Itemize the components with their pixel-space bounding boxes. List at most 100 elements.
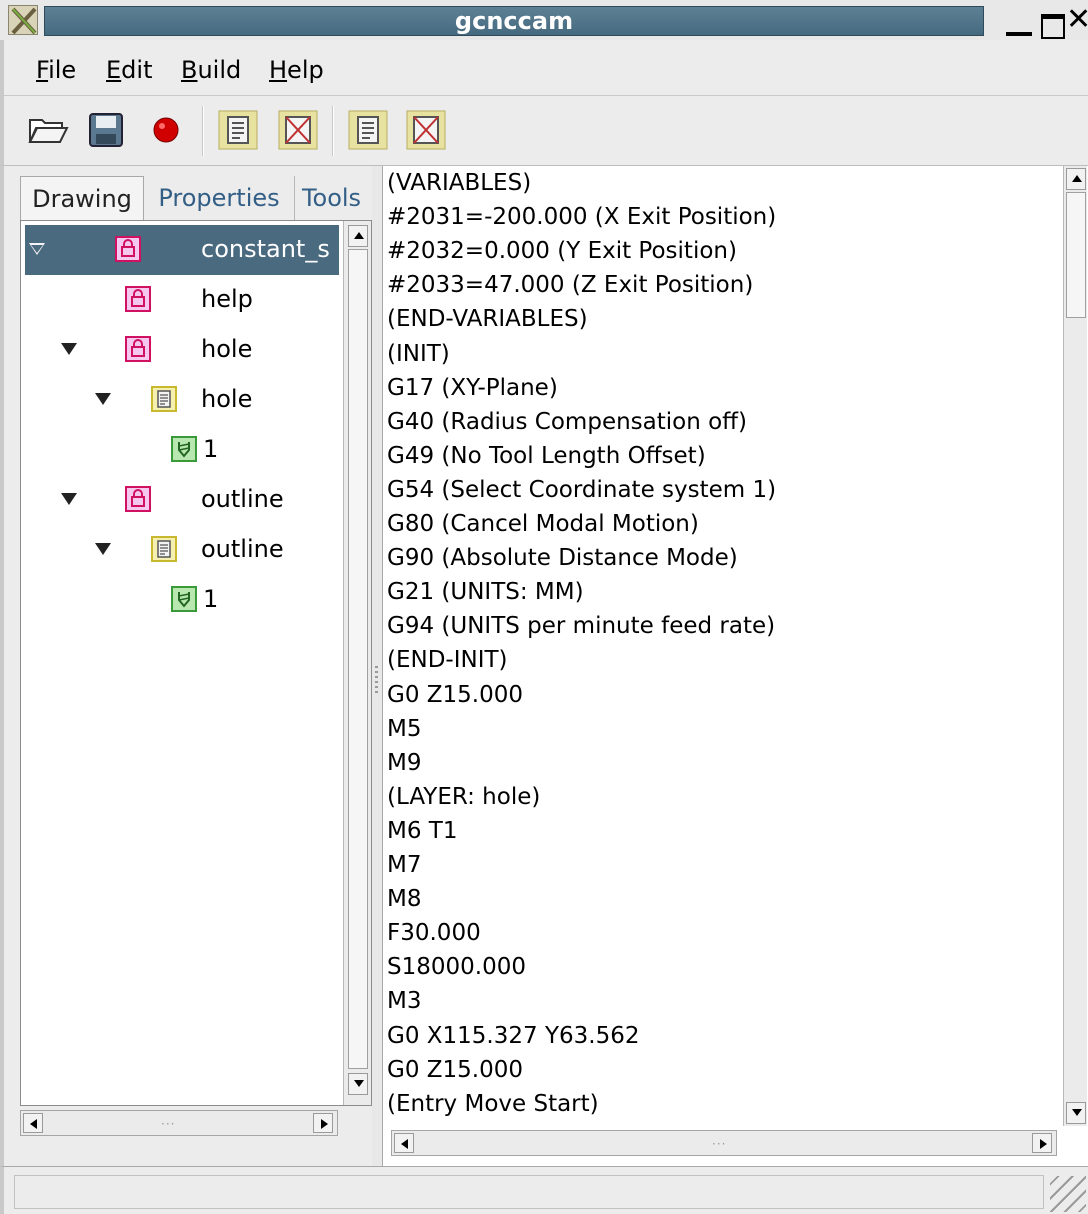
expander-icon[interactable] [93, 539, 113, 559]
expander-icon[interactable] [59, 339, 79, 359]
gcode-line: G0 X115.327 Y63.562 [387, 1022, 640, 1049]
tree-row[interactable]: constant_s [25, 225, 339, 275]
title-bar: gcnccam ✕ [0, 0, 1088, 40]
toolbar-separator [202, 106, 204, 156]
gcode-line: M8 [387, 886, 422, 913]
expander-icon[interactable] [93, 389, 113, 409]
tree-frame: constant_s help hole hole 1 outline outl… [20, 220, 372, 1106]
gcode-line: G0 Z15.000 [387, 681, 524, 708]
gcode-line: (INIT) [387, 340, 450, 367]
gcode-line: G0 Z15.000 [387, 1056, 524, 1083]
layer-icon[interactable] [216, 108, 260, 152]
pane-divider[interactable] [372, 166, 382, 1166]
scrollbar-thumb[interactable] [348, 249, 368, 1069]
maximize-icon[interactable] [1037, 4, 1065, 39]
scroll-down-arrow-icon[interactable] [348, 1073, 368, 1095]
open-folder-icon[interactable] [26, 108, 70, 152]
minimize-icon[interactable] [1002, 10, 1036, 36]
app-icon[interactable] [8, 5, 38, 35]
scrollbar-thumb[interactable] [1066, 192, 1086, 318]
gcode-line: (VARIABLES) [387, 170, 532, 196]
gcode-line: G80 (Cancel Modal Motion) [387, 511, 699, 537]
tree-label: outline [201, 535, 284, 563]
resize-grip-icon[interactable] [1050, 1176, 1086, 1212]
tab-properties[interactable]: Properties [144, 176, 294, 220]
gcode-vertical-scrollbar[interactable] [1063, 166, 1087, 1126]
record-icon[interactable] [144, 108, 188, 152]
gcode-horizontal-scrollbar[interactable]: ··· [391, 1130, 1057, 1156]
gcode-line: G21 (UNITS: MM) [387, 579, 584, 606]
lock-icon [125, 486, 151, 512]
tab-drawing[interactable]: Drawing [20, 176, 144, 220]
gcode-line: M5 [387, 715, 422, 742]
tree-row[interactable]: 1 [25, 425, 339, 475]
gcode-text-view[interactable]: (VARIABLES) #2031=-200.000 (X Exit Positi… [383, 166, 1063, 1126]
gcode-line: G40 (Radius Compensation off) [387, 408, 748, 435]
scroll-up-arrow-icon[interactable] [348, 225, 368, 247]
tree-row[interactable]: outline [25, 525, 339, 575]
scroll-down-arrow-icon[interactable] [1066, 1102, 1086, 1124]
gcode-line: #2031=-200.000 (X Exit Position) [387, 204, 777, 231]
tree-row[interactable]: outline [25, 475, 339, 525]
status-bar [0, 1166, 1088, 1214]
tool-icon [171, 586, 197, 612]
tree-horizontal-scrollbar[interactable]: ··· [20, 1110, 338, 1136]
menu-help[interactable]: Help [269, 56, 324, 84]
menu-file-mnemonic: F [36, 56, 49, 84]
layer-tree[interactable]: constant_s help hole hole 1 outline outl… [25, 225, 339, 1101]
scroll-right-arrow-icon[interactable] [1032, 1133, 1052, 1153]
gcode-line: M7 [387, 852, 422, 878]
lock-icon [125, 336, 151, 362]
menu-edit-label: dit [121, 56, 153, 84]
layer-remove-icon[interactable] [276, 108, 320, 152]
close-icon[interactable]: ✕ [1066, 4, 1088, 36]
gcode-line: (END-INIT) [387, 647, 508, 674]
expander-icon[interactable] [59, 489, 79, 509]
gcode-line: M9 [387, 749, 422, 776]
document-icon [151, 386, 177, 412]
menu-bar: File Edit Build Help [0, 40, 1088, 96]
gcode-line: G90 (Absolute Distance Mode) [387, 545, 738, 572]
scroll-up-arrow-icon[interactable] [1066, 168, 1086, 190]
scrollbar-grip: ··· [712, 1137, 727, 1151]
expander-icon[interactable] [27, 239, 47, 259]
tree-label: hole [201, 335, 253, 363]
menu-edit-mnemonic: E [106, 56, 122, 84]
status-text [14, 1175, 1044, 1209]
tree-row[interactable]: 1 [25, 575, 339, 625]
scroll-left-arrow-icon[interactable] [23, 1113, 43, 1133]
gcode-line: #2032=0.000 (Y Exit Position) [387, 238, 737, 265]
left-panel: Drawing Properties Tools constant_s help [0, 166, 372, 1166]
scroll-right-arrow-icon[interactable] [313, 1113, 333, 1133]
layer-remove-icon[interactable] [404, 108, 448, 152]
menu-build-mnemonic: B [181, 56, 198, 84]
lock-icon [115, 236, 141, 262]
scrollbar-grip: ··· [161, 1117, 176, 1131]
tree-row[interactable]: help [25, 275, 339, 325]
tree-label: constant_s [201, 235, 330, 263]
tree-row[interactable]: hole [25, 375, 339, 425]
divider-grip [375, 666, 378, 696]
save-icon[interactable] [84, 108, 128, 152]
gcode-line: (LAYER: hole) [387, 783, 541, 810]
gcode-line: G54 (Select Coordinate system 1) [387, 476, 777, 503]
window-title: gcnccam [454, 7, 574, 35]
menu-edit[interactable]: Edit [106, 56, 152, 84]
document-icon [151, 536, 177, 562]
tool-icon [171, 436, 197, 462]
gcode-line: #2033=47.000 (Z Exit Position) [387, 272, 754, 299]
scroll-left-arrow-icon[interactable] [394, 1133, 414, 1153]
tree-row[interactable]: hole [25, 325, 339, 375]
lock-icon [125, 286, 151, 312]
toolbar-separator [332, 106, 334, 156]
tree-label: 1 [203, 435, 219, 463]
title-strip[interactable]: gcnccam [44, 6, 984, 36]
toolbar [0, 96, 1088, 166]
tree-label: hole [201, 385, 253, 413]
tab-tools[interactable]: Tools [294, 176, 368, 220]
menu-file[interactable]: File [36, 56, 76, 84]
tree-vertical-scrollbar[interactable] [343, 221, 371, 1105]
menu-build[interactable]: Build [181, 56, 241, 84]
gcode-line: M3 [387, 988, 422, 1015]
layer-icon[interactable] [346, 108, 390, 152]
